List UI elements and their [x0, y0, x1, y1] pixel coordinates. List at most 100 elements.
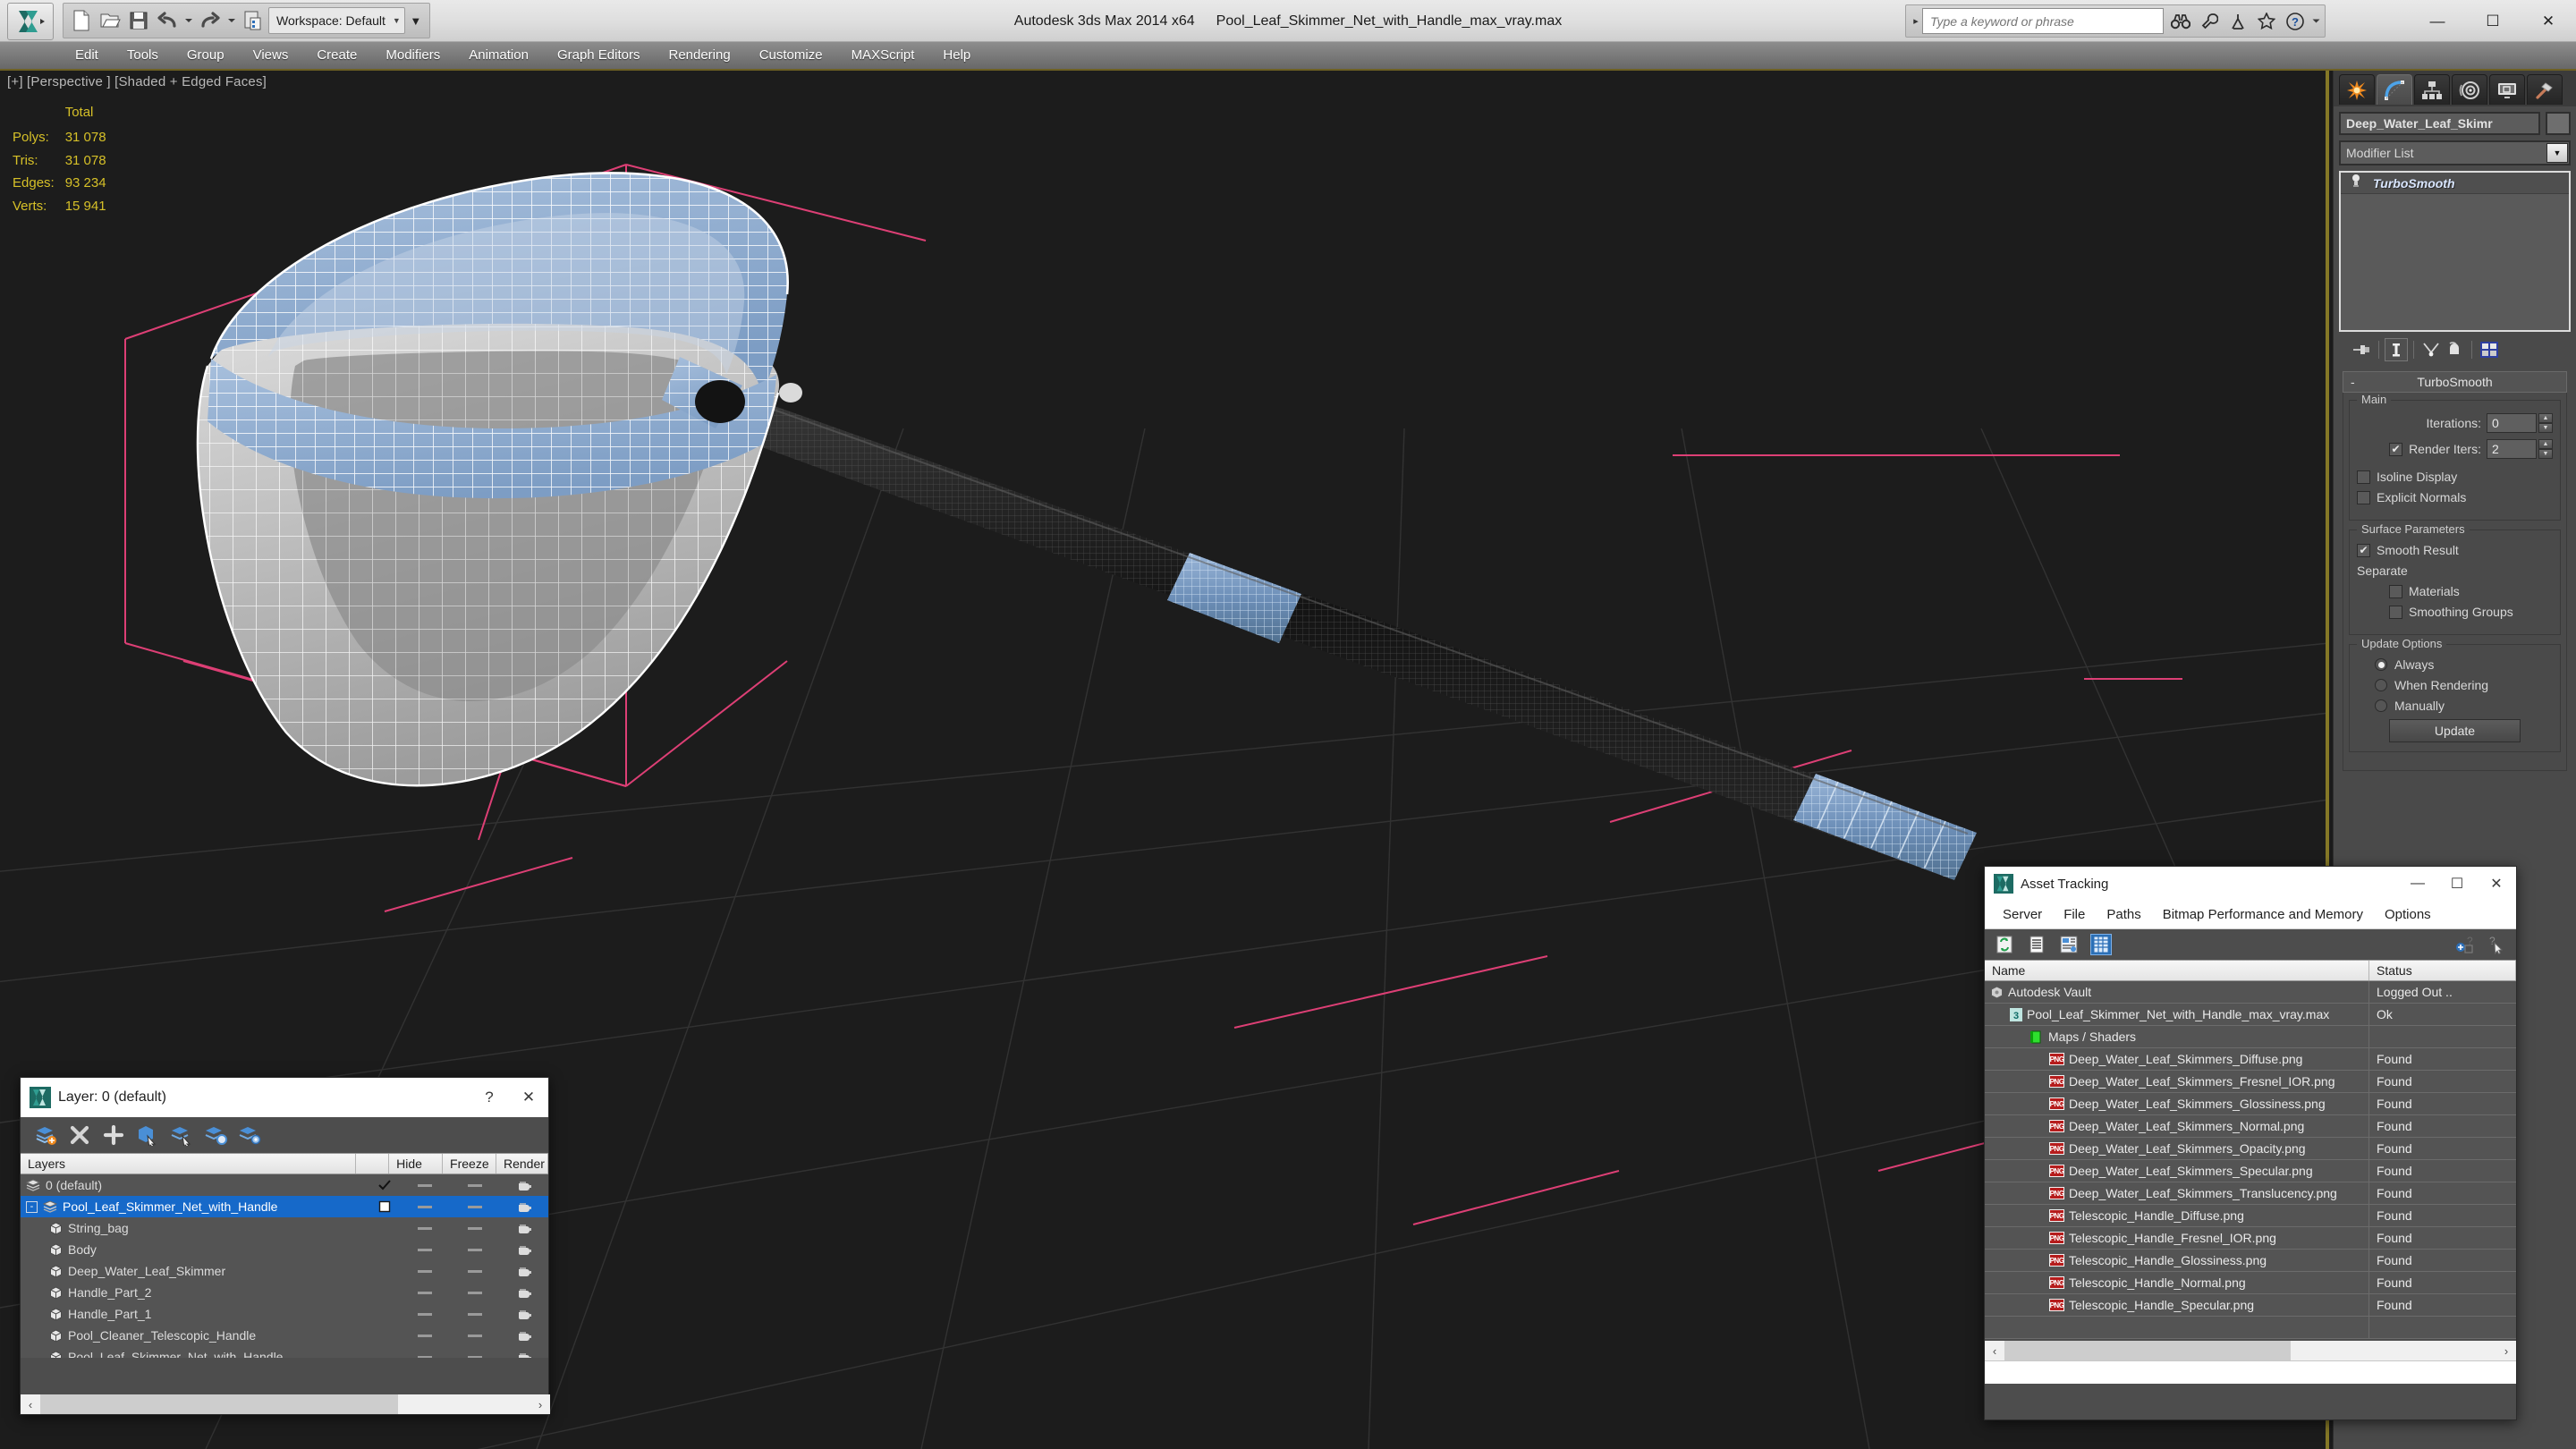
layer-render-cell[interactable]	[500, 1329, 548, 1342]
asset-row[interactable]: PNG Telescopic_Handle_Specular.png Found	[1985, 1293, 2516, 1317]
workspace-selector[interactable]: Workspace: Default ▼	[268, 7, 405, 34]
layer-freeze-cell[interactable]	[450, 1246, 500, 1253]
layer-hide-cell[interactable]	[400, 1353, 450, 1358]
asset-row[interactable]: PNG Telescopic_Handle_Glossiness.png Found	[1985, 1249, 2516, 1272]
asset-row[interactable]: PNG Deep_Water_Leaf_Skimmers_Normal.png Fo…	[1985, 1114, 2516, 1138]
asset-row[interactable]	[1985, 1316, 2516, 1339]
chevron-down-icon[interactable]: ▼	[2546, 143, 2568, 163]
layer-scroll-thumb[interactable]	[40, 1394, 398, 1414]
menu-item-edit[interactable]: Edit	[61, 41, 113, 70]
asset-scroll-track[interactable]	[2004, 1341, 2496, 1360]
minimize-button[interactable]: —	[2410, 0, 2465, 42]
layer-row-name-cell[interactable]: - Pool_Leaf_Skimmer_Net_with_Handle	[21, 1199, 369, 1214]
layer-hide-cell[interactable]	[400, 1310, 450, 1318]
create-tab[interactable]	[2339, 74, 2375, 105]
layer-current-cell[interactable]	[369, 1200, 400, 1213]
layer-col-freeze[interactable]: Freeze	[443, 1154, 496, 1174]
update-option-always[interactable]: Always	[2357, 657, 2553, 672]
asset-row-name-cell[interactable]: 3 Pool_Leaf_Skimmer_Net_with_Handle_max_v…	[1985, 1003, 2369, 1026]
asset-horizontal-scrollbar[interactable]: ‹ ›	[1985, 1341, 2516, 1360]
menu-item-views[interactable]: Views	[239, 41, 303, 70]
layer-freeze-cell[interactable]	[450, 1203, 500, 1210]
turbosmooth-rollout-header[interactable]: - TurboSmooth	[2343, 371, 2567, 393]
when-rendering-radio[interactable]	[2375, 679, 2387, 691]
layer-row[interactable]: - Pool_Leaf_Skimmer_Net_with_Handle	[21, 1196, 548, 1217]
menu-item-rendering[interactable]: Rendering	[654, 41, 744, 70]
asset-maximize-button[interactable]: ☐	[2437, 867, 2477, 901]
asset-row[interactable]: Autodesk Vault Logged Out ..	[1985, 980, 2516, 1004]
light-bulb-icon[interactable]	[2350, 174, 2362, 192]
redo-dropdown-icon[interactable]	[225, 6, 238, 35]
asset-minimize-button[interactable]: —	[2398, 867, 2437, 901]
smooth-result-checkbox[interactable]	[2357, 543, 2370, 557]
binoculars-icon[interactable]	[2167, 8, 2194, 34]
layer-freeze-cell[interactable]	[450, 1310, 500, 1318]
save-file-icon[interactable]	[125, 6, 152, 35]
new-file-icon[interactable]	[68, 6, 95, 35]
layer-scroll-track[interactable]	[40, 1394, 530, 1414]
layer-hide-cell[interactable]	[400, 1267, 450, 1275]
scroll-right-icon[interactable]: ›	[530, 1394, 550, 1414]
layer-render-cell[interactable]	[500, 1351, 548, 1358]
layer-current-cell[interactable]	[369, 1179, 400, 1191]
menu-item-group[interactable]: Group	[173, 41, 239, 70]
asset-row[interactable]: PNG Deep_Water_Leaf_Skimmers_Diffuse.png F…	[1985, 1047, 2516, 1071]
layer-row-name-cell[interactable]: 0 (default)	[21, 1178, 369, 1192]
viewport-label[interactable]: [+] [Perspective ] [Shaded + Edged Faces…	[7, 74, 267, 89]
list-view-icon[interactable]	[2026, 934, 2047, 955]
asset-row-name-cell[interactable]: PNG Deep_Water_Leaf_Skimmers_Specular.png	[1985, 1159, 2369, 1182]
update-option-when-rendering[interactable]: When Rendering	[2357, 678, 2553, 692]
create-new-layer-icon[interactable]	[33, 1123, 58, 1148]
layer-row[interactable]: Pool_Leaf_Skimmer_Net_with_Handle	[21, 1346, 548, 1358]
layer-render-cell[interactable]	[500, 1265, 548, 1277]
layer-col-render[interactable]: Render	[496, 1154, 548, 1174]
project-folder-icon[interactable]	[240, 6, 267, 35]
motion-tab[interactable]	[2452, 74, 2487, 105]
refresh-icon[interactable]	[1994, 934, 2015, 955]
asset-close-button[interactable]: ✕	[2477, 867, 2516, 901]
isoline-display-checkbox[interactable]	[2357, 470, 2370, 484]
explicit-normals-checkbox[interactable]	[2357, 490, 2370, 504]
asset-row-name-cell[interactable]: PNG Deep_Water_Leaf_Skimmers_Fresnel_IOR.…	[1985, 1070, 2369, 1093]
object-color-swatch[interactable]	[2546, 112, 2571, 135]
delete-layer-icon[interactable]	[67, 1123, 92, 1148]
asset-row[interactable]: PNG Deep_Water_Leaf_Skimmers_Fresnel_IOR.…	[1985, 1070, 2516, 1093]
smoothing-groups-checkbox[interactable]	[2389, 605, 2402, 619]
utilities-tab[interactable]	[2527, 74, 2563, 105]
layer-row[interactable]: Handle_Part_1	[21, 1303, 548, 1325]
asset-row-name-cell[interactable]: PNG Deep_Water_Leaf_Skimmers_Normal.png	[1985, 1114, 2369, 1138]
asset-row-name-cell[interactable]: Maps / Shaders	[1985, 1025, 2369, 1048]
grid-view-icon[interactable]	[2090, 934, 2112, 955]
asset-menu-item-bitmap-performance-and-memory[interactable]: Bitmap Performance and Memory	[2152, 901, 2374, 929]
help-dropdown-icon[interactable]	[2310, 8, 2321, 34]
pin-stack-icon[interactable]	[2350, 338, 2373, 361]
select-highlighted-layer-icon[interactable]	[169, 1123, 194, 1148]
layer-hide-cell[interactable]	[400, 1224, 450, 1232]
compass-icon[interactable]	[2224, 8, 2251, 34]
maximize-button[interactable]: ☐	[2465, 0, 2521, 42]
layer-row-name-cell[interactable]: Pool_Cleaner_Telescopic_Handle	[21, 1328, 369, 1343]
layer-freeze-cell[interactable]	[450, 1224, 500, 1232]
application-menu-button[interactable]	[7, 3, 54, 40]
open-file-icon[interactable]	[97, 6, 123, 35]
asset-scroll-thumb[interactable]	[2004, 1341, 2291, 1360]
layer-row-name-cell[interactable]: Body	[21, 1242, 369, 1257]
asset-col-status[interactable]: Status	[2369, 961, 2516, 980]
collapse-icon[interactable]: -	[2351, 375, 2355, 389]
layer-freeze-cell[interactable]	[450, 1289, 500, 1296]
layer-hide-cell[interactable]	[400, 1289, 450, 1296]
detail-view-icon[interactable]	[2058, 934, 2080, 955]
highlight-selected-objects-layer-icon[interactable]	[203, 1123, 228, 1148]
update-option-manually[interactable]: Manually	[2357, 699, 2553, 713]
asset-menu-item-options[interactable]: Options	[2374, 901, 2442, 929]
layer-row[interactable]: 0 (default)	[21, 1174, 548, 1196]
layer-row[interactable]: Handle_Part_2	[21, 1282, 548, 1303]
undo-dropdown-icon[interactable]	[182, 6, 195, 35]
close-button[interactable]: ✕	[2521, 0, 2576, 42]
menu-item-create[interactable]: Create	[302, 41, 371, 70]
layer-col-layers[interactable]: Layers	[21, 1154, 357, 1174]
layer-hide-cell[interactable]	[400, 1182, 450, 1189]
asset-menu-item-server[interactable]: Server	[1992, 901, 2053, 929]
scroll-right-icon[interactable]: ›	[2496, 1341, 2516, 1360]
manually-radio[interactable]	[2375, 699, 2387, 712]
